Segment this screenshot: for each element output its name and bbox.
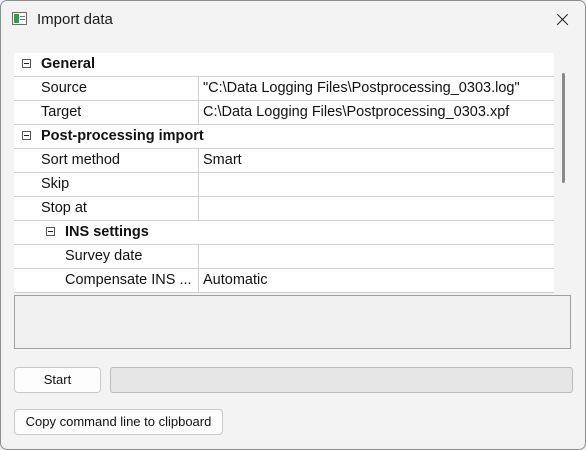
category-row-ins-settings[interactable]: INS settings bbox=[14, 221, 554, 245]
property-row-survey-date[interactable]: Survey date bbox=[14, 245, 554, 269]
collapse-icon[interactable] bbox=[22, 59, 31, 68]
title-bar: Import data bbox=[1, 1, 585, 39]
category-label: INS settings bbox=[65, 224, 149, 240]
property-label: Target bbox=[41, 104, 82, 120]
property-label: Survey date bbox=[65, 248, 143, 264]
scrollbar-thumb[interactable] bbox=[562, 73, 565, 183]
category-row-post-processing-import[interactable]: Post-processing import bbox=[14, 125, 554, 149]
collapse-icon[interactable] bbox=[46, 227, 55, 236]
property-label: Sort method bbox=[41, 152, 120, 168]
description-panel bbox=[14, 295, 571, 349]
copy-command-line-button[interactable]: Copy command line to clipboard bbox=[14, 409, 223, 435]
sort-method-value-field[interactable]: Smart bbox=[198, 149, 242, 172]
vertical-scrollbar[interactable] bbox=[557, 53, 573, 293]
window-title: Import data bbox=[37, 11, 113, 28]
property-row-sort-method[interactable]: Sort method Smart bbox=[14, 149, 554, 173]
property-label: Compensate INS ... bbox=[65, 272, 192, 288]
property-label: Stop at bbox=[41, 200, 87, 216]
property-row-compensate-ins[interactable]: Compensate INS ... Automatic bbox=[14, 269, 554, 293]
property-grid: General Source "C:\Data Logging Files\Po… bbox=[14, 53, 554, 293]
collapse-icon[interactable] bbox=[22, 131, 31, 140]
property-label: Skip bbox=[41, 176, 70, 192]
start-button[interactable]: Start bbox=[14, 367, 101, 393]
category-row-general[interactable]: General bbox=[14, 53, 554, 77]
source-value-field[interactable]: "C:\Data Logging Files\Postprocessing_03… bbox=[198, 77, 520, 100]
close-icon[interactable] bbox=[539, 1, 585, 39]
property-label: Source bbox=[41, 80, 87, 96]
skip-value-field[interactable] bbox=[198, 173, 203, 196]
import-data-window: Import data General Source "C:\Data Logg… bbox=[0, 0, 586, 450]
survey-date-value-field[interactable] bbox=[198, 245, 203, 268]
property-row-source[interactable]: Source "C:\Data Logging Files\Postproces… bbox=[14, 77, 554, 101]
category-label: Post-processing import bbox=[41, 128, 204, 144]
compensate-ins-value-field[interactable]: Automatic bbox=[198, 269, 267, 292]
stop-at-value-field[interactable] bbox=[198, 197, 203, 220]
property-row-skip[interactable]: Skip bbox=[14, 173, 554, 197]
property-row-stop-at[interactable]: Stop at bbox=[14, 197, 554, 221]
app-icon bbox=[12, 12, 27, 25]
property-row-target[interactable]: Target C:\Data Logging Files\Postprocess… bbox=[14, 101, 554, 125]
progress-bar bbox=[110, 367, 573, 393]
target-value-field[interactable]: C:\Data Logging Files\Postprocessing_030… bbox=[198, 101, 509, 124]
category-label: General bbox=[41, 56, 95, 72]
